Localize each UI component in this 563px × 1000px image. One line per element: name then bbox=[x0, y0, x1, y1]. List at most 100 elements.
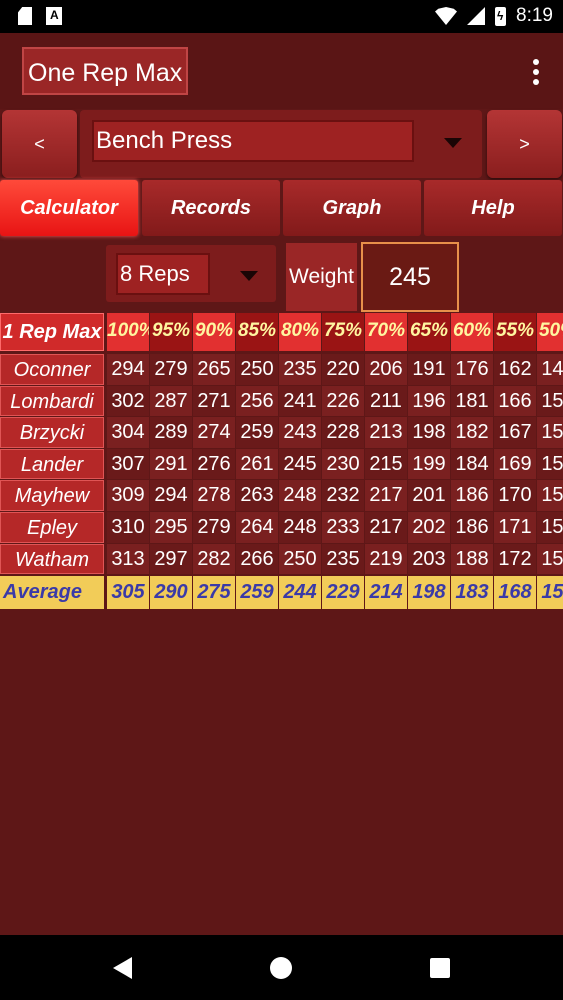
table-cell: 153 bbox=[537, 448, 563, 480]
percent-header: 75% bbox=[322, 313, 364, 351]
table-cell: 156 bbox=[537, 543, 563, 575]
table-cell: 155 bbox=[537, 512, 563, 543]
table-cell: 256 bbox=[236, 385, 278, 417]
table-cell: 172 bbox=[494, 543, 536, 575]
formula-name: Brzycki bbox=[0, 417, 104, 448]
table-cell: 184 bbox=[451, 448, 493, 480]
overflow-menu-icon[interactable] bbox=[533, 59, 539, 89]
table-cell: 279 bbox=[193, 512, 235, 543]
percent-header: 65% bbox=[408, 313, 450, 351]
recents-icon[interactable] bbox=[430, 958, 450, 978]
percent-header: 50% bbox=[537, 313, 563, 351]
table-cell: 182 bbox=[451, 417, 493, 448]
table-cell: 248 bbox=[279, 512, 321, 543]
table-cell: 213 bbox=[365, 417, 407, 448]
average-cell: 183 bbox=[451, 576, 493, 610]
table-cell: 271 bbox=[193, 385, 235, 417]
table-cell: 203 bbox=[408, 543, 450, 575]
percent-header: 55% bbox=[494, 313, 536, 351]
previous-exercise-button[interactable]: < bbox=[2, 110, 77, 178]
app-title[interactable]: One Rep Max bbox=[22, 47, 189, 95]
table-cell: 307 bbox=[107, 448, 149, 480]
tab-bar: Calculator Records Graph Help bbox=[0, 180, 563, 236]
table-cell: 276 bbox=[193, 448, 235, 480]
table-cell: 278 bbox=[193, 480, 235, 511]
table-cell: 217 bbox=[365, 480, 407, 511]
table-cell: 199 bbox=[408, 448, 450, 480]
exercise-dropdown[interactable]: Bench Press bbox=[80, 110, 482, 178]
table-cell: 230 bbox=[322, 448, 364, 480]
average-cell: 244 bbox=[279, 576, 321, 610]
average-cell: 198 bbox=[408, 576, 450, 610]
dropdown-arrow-icon[interactable] bbox=[444, 138, 462, 148]
percent-header: 90% bbox=[193, 313, 235, 351]
percent-header: 85% bbox=[236, 313, 278, 351]
next-exercise-button[interactable]: > bbox=[487, 110, 562, 178]
table-cell: 309 bbox=[107, 480, 149, 511]
tab-help[interactable]: Help bbox=[424, 180, 562, 236]
back-icon[interactable] bbox=[113, 957, 132, 979]
weight-label: Weight bbox=[286, 243, 357, 311]
system-nav-bar bbox=[0, 935, 563, 1000]
table-cell: 287 bbox=[150, 385, 192, 417]
table-cell: 232 bbox=[322, 480, 364, 511]
table-cell: 302 bbox=[107, 385, 149, 417]
table-cell: 151 bbox=[537, 385, 563, 417]
table-cell: 219 bbox=[365, 543, 407, 575]
wifi-icon bbox=[435, 7, 458, 25]
table-cell: 259 bbox=[236, 417, 278, 448]
table-cell: 226 bbox=[322, 385, 364, 417]
tab-graph[interactable]: Graph bbox=[283, 180, 421, 236]
table-cell: 166 bbox=[494, 385, 536, 417]
table-cell: 170 bbox=[494, 480, 536, 511]
table-cell: 233 bbox=[322, 512, 364, 543]
table-cell: 167 bbox=[494, 417, 536, 448]
table-cell: 181 bbox=[451, 385, 493, 417]
percent-header: 70% bbox=[365, 313, 407, 351]
table-cell: 279 bbox=[150, 354, 192, 385]
exercise-selector-row: < Bench Press > bbox=[0, 110, 563, 178]
one-rep-max-table: 1 Rep Max100%95%90%85%80%75%70%65%60%55%… bbox=[0, 313, 563, 613]
table-cell: 186 bbox=[451, 512, 493, 543]
table-cell: 245 bbox=[279, 448, 321, 480]
table-cell: 162 bbox=[494, 354, 536, 385]
table-cell: 152 bbox=[537, 417, 563, 448]
table-cell: 196 bbox=[408, 385, 450, 417]
formula-name: Mayhew bbox=[0, 480, 104, 511]
home-icon[interactable] bbox=[270, 957, 292, 979]
table-cell: 294 bbox=[150, 480, 192, 511]
weight-input[interactable]: 245 bbox=[361, 242, 459, 312]
dropdown-arrow-icon[interactable] bbox=[240, 271, 258, 281]
formula-name: Epley bbox=[0, 512, 104, 543]
table-header-label: 1 Rep Max bbox=[0, 313, 104, 351]
table-cell: 250 bbox=[236, 354, 278, 385]
exercise-selected-value[interactable]: Bench Press bbox=[92, 120, 414, 162]
sd-card-icon bbox=[18, 7, 32, 25]
average-cell: 259 bbox=[236, 576, 278, 610]
status-bar: A ϟ 8:19 bbox=[0, 0, 563, 33]
table-cell: 282 bbox=[193, 543, 235, 575]
table-cell: 215 bbox=[365, 448, 407, 480]
table-cell: 304 bbox=[107, 417, 149, 448]
percent-header: 60% bbox=[451, 313, 493, 351]
percent-header: 95% bbox=[150, 313, 192, 351]
reps-selected-value[interactable]: 8 Reps bbox=[116, 253, 210, 295]
average-label: Average bbox=[0, 576, 104, 610]
table-cell: 147 bbox=[537, 354, 563, 385]
formula-name: Lander bbox=[0, 448, 104, 480]
table-cell: 198 bbox=[408, 417, 450, 448]
tab-calculator[interactable]: Calculator bbox=[0, 180, 138, 236]
table-cell: 235 bbox=[279, 354, 321, 385]
table-cell: 266 bbox=[236, 543, 278, 575]
table-cell: 264 bbox=[236, 512, 278, 543]
table-cell: 313 bbox=[107, 543, 149, 575]
table-cell: 295 bbox=[150, 512, 192, 543]
table-cell: 250 bbox=[279, 543, 321, 575]
table-cell: 228 bbox=[322, 417, 364, 448]
tab-records[interactable]: Records bbox=[142, 180, 280, 236]
table-cell: 155 bbox=[537, 480, 563, 511]
table-cell: 202 bbox=[408, 512, 450, 543]
table-cell: 191 bbox=[408, 354, 450, 385]
average-cell: 152 bbox=[537, 576, 563, 610]
reps-dropdown[interactable]: 8 Reps bbox=[106, 245, 276, 302]
